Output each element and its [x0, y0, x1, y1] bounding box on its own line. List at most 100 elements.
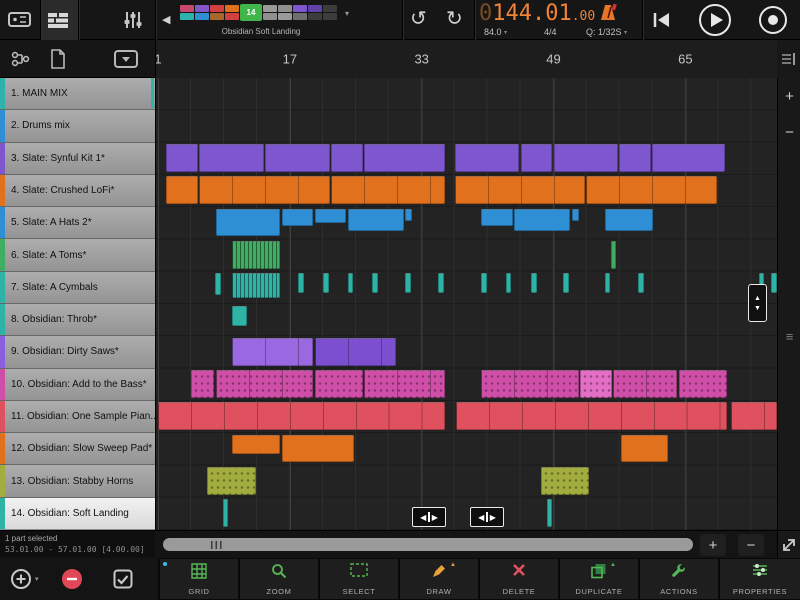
minimap-cell[interactable]: [323, 13, 337, 20]
clip[interactable]: [611, 241, 616, 269]
dropdown-panel-icon[interactable]: [114, 50, 138, 68]
track-row[interactable]: 6. Slate: A Toms*: [0, 239, 155, 271]
clip[interactable]: [455, 144, 520, 172]
clip[interactable]: [372, 273, 378, 292]
clip[interactable]: [580, 370, 612, 398]
clip[interactable]: [216, 209, 281, 237]
minimap-cell[interactable]: [278, 13, 292, 20]
track-row[interactable]: 14. Obsidian: Soft Landing: [0, 498, 155, 530]
minimap-cell[interactable]: [263, 5, 277, 12]
zoom-in-vertical-button[interactable]: +: [778, 86, 800, 106]
draw-tool-button[interactable]: ▲ DRAW: [400, 559, 478, 599]
track-row[interactable]: 11. Obsidian: One Sample Pian..: [0, 401, 155, 433]
track-row[interactable]: 5. Slate: A Hats 2*: [0, 207, 155, 239]
actions-tool-button[interactable]: ACTIONS: [640, 559, 718, 599]
minimap-cell[interactable]: [225, 5, 239, 12]
track-row[interactable]: 10. Obsidian: Add to the Bass*: [0, 369, 155, 401]
clip[interactable]: [563, 273, 569, 292]
track-fit-icon[interactable]: [780, 50, 798, 68]
tracklist-scrollbar[interactable]: [151, 78, 154, 108]
clip[interactable]: [514, 209, 570, 231]
track-row[interactable]: 4. Slate: Crushed LoFi*: [0, 175, 155, 207]
clip[interactable]: [298, 273, 304, 292]
clip[interactable]: [405, 273, 411, 292]
clip[interactable]: [621, 435, 667, 463]
play-button[interactable]: [698, 3, 732, 37]
track-row[interactable]: 12. Obsidian: Slow Sweep Pad*: [0, 433, 155, 465]
select-tool-button[interactable]: SELECT: [320, 559, 398, 599]
remove-part-button[interactable]: [61, 568, 83, 590]
clip[interactable]: [331, 176, 445, 204]
clip[interactable]: [166, 144, 198, 172]
clip[interactable]: [215, 273, 221, 295]
minimap-cell[interactable]: [293, 5, 307, 12]
grid-tool-button[interactable]: GRID: [160, 559, 238, 599]
timeline-grid[interactable]: [155, 78, 777, 530]
select-all-toggle[interactable]: [113, 569, 133, 589]
vertical-scroll-thumb[interactable]: ▲ ▼: [748, 284, 767, 322]
clip[interactable]: [619, 144, 651, 172]
duplicate-tool-button[interactable]: ▲ DUPLICATE: [560, 559, 638, 599]
minimap-cell[interactable]: [308, 13, 322, 20]
clip[interactable]: [232, 306, 247, 327]
zoom-out-horizontal-button[interactable]: −: [738, 534, 764, 556]
clip[interactable]: [572, 209, 579, 222]
minimap-active-section[interactable]: 14: [240, 4, 262, 21]
minimap-cell[interactable]: [278, 5, 292, 12]
clip[interactable]: [166, 176, 198, 204]
horizontal-scroll-thumb[interactable]: [163, 538, 693, 551]
record-button[interactable]: [758, 5, 788, 35]
zoom-tool-button[interactable]: ZOOM: [240, 559, 318, 599]
minimap-cell[interactable]: [210, 5, 224, 12]
song-back-button[interactable]: ◀: [162, 13, 170, 26]
tempo-value[interactable]: 84.0 ▾: [484, 27, 507, 37]
clip[interactable]: [586, 176, 717, 204]
clip[interactable]: [613, 370, 678, 398]
minimap-cell[interactable]: [210, 13, 224, 20]
redo-button[interactable]: ↻: [446, 6, 463, 31]
track-row[interactable]: 1. MAIN MIX: [0, 78, 155, 110]
clip[interactable]: [315, 370, 363, 398]
minimap-cell[interactable]: [293, 13, 307, 20]
clip[interactable]: [531, 273, 537, 292]
clip[interactable]: [456, 402, 727, 430]
delete-tool-button[interactable]: DELETE: [480, 559, 558, 599]
clip[interactable]: [232, 241, 280, 269]
minimap-cell[interactable]: [180, 5, 194, 12]
track-row[interactable]: 2. Drums mix: [0, 110, 155, 142]
nudge-left-button[interactable]: ◀▶: [412, 507, 446, 527]
nudge-right-button[interactable]: ◀▶: [470, 507, 504, 527]
clip[interactable]: [232, 338, 313, 366]
clip[interactable]: [323, 273, 329, 292]
minimap-cell[interactable]: [195, 5, 209, 12]
clip[interactable]: [265, 144, 330, 172]
clip[interactable]: [679, 370, 727, 398]
clip[interactable]: [481, 273, 487, 292]
track-row[interactable]: 13. Obsidian: Stabby Horns: [0, 465, 155, 497]
clip[interactable]: [199, 176, 330, 204]
clip[interactable]: [605, 209, 653, 231]
add-part-button[interactable]: ▾: [10, 568, 39, 590]
instrument-view-button[interactable]: [0, 0, 40, 40]
properties-tool-button[interactable]: PROPERTIES: [720, 559, 800, 599]
clip[interactable]: [364, 370, 445, 398]
clip[interactable]: [223, 499, 228, 527]
clip[interactable]: [348, 273, 354, 292]
clip[interactable]: [232, 273, 280, 298]
undo-button[interactable]: ↺: [410, 6, 427, 31]
time-display[interactable]: 0144.01.00: [479, 1, 595, 26]
arrange-view-button[interactable]: [40, 0, 78, 40]
clip[interactable]: [438, 273, 444, 292]
clip[interactable]: [282, 435, 355, 463]
mixer-view-button[interactable]: [110, 0, 155, 40]
clip[interactable]: [652, 144, 725, 172]
clip[interactable]: [547, 499, 552, 527]
clip[interactable]: [216, 370, 314, 398]
clip[interactable]: [541, 467, 589, 495]
clip[interactable]: [199, 144, 264, 172]
track-row[interactable]: 7. Slate: A Cymbals: [0, 272, 155, 304]
clip[interactable]: [481, 209, 513, 226]
timesig-value[interactable]: 4/4: [544, 27, 557, 37]
metronome-icon[interactable]: [598, 3, 618, 23]
clip[interactable]: [315, 338, 396, 366]
